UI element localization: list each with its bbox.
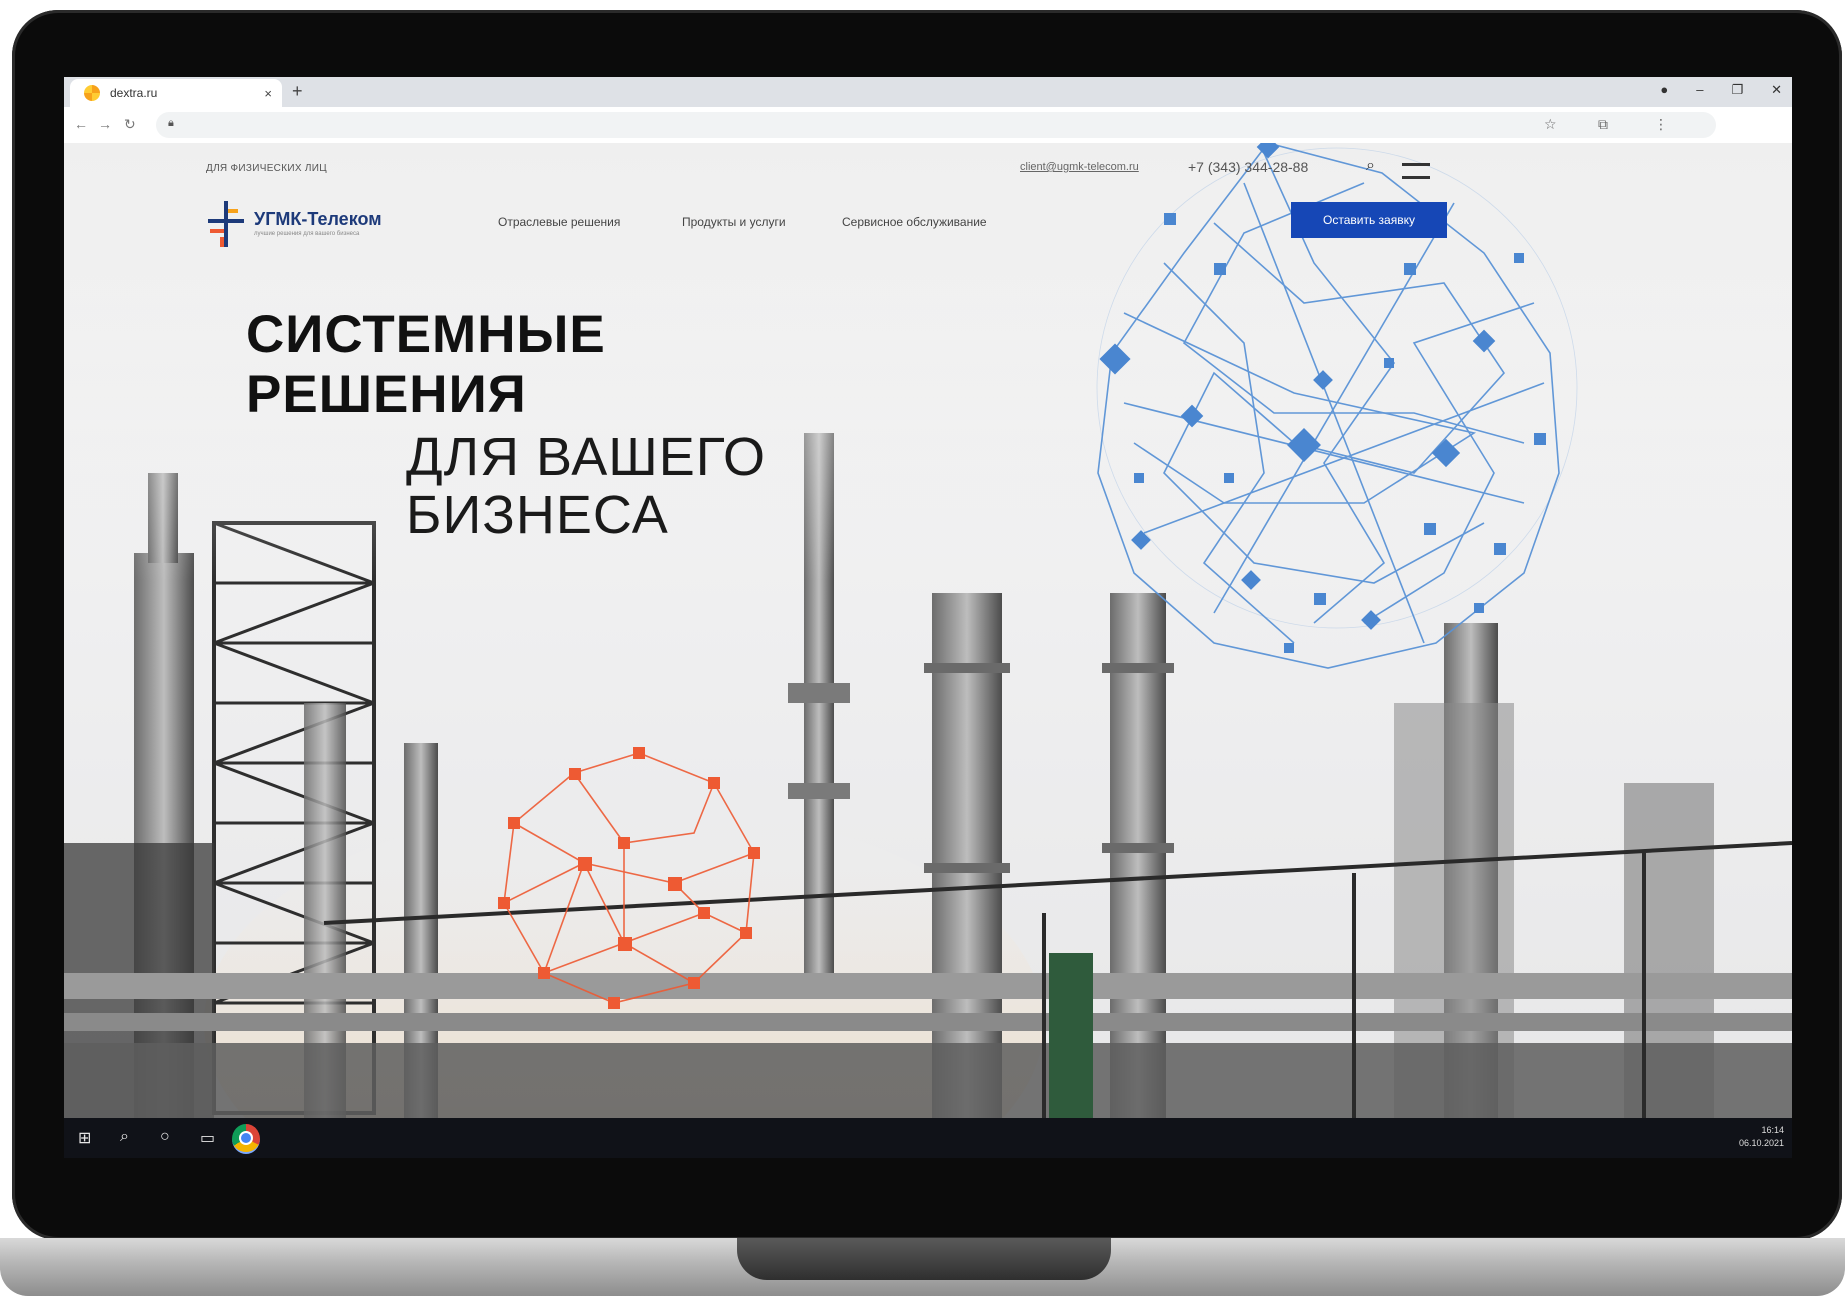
extensions-icon[interactable]: ⧉ [1598,116,1608,133]
email-link[interactable]: client@ugmk-telecom.ru [1020,161,1139,173]
phone-number[interactable]: +7 (343) 344-28-88 [1188,159,1308,175]
back-icon[interactable]: ← [74,116,88,132]
window-controls: ● – ❐ ✕ [1660,82,1782,98]
windows-start-icon[interactable]: ⊞ [78,1128,91,1148]
chrome-icon[interactable] [232,1124,260,1154]
search-taskbar-icon[interactable]: ⌕ [120,1128,129,1146]
maximize-button[interactable]: ❐ [1731,82,1743,98]
hero-headline-line-4: БИЗНЕСА [406,485,669,545]
windows-taskbar: ⊞ ⌕ ○ ▭ 16:14 06.10.2021 [64,1118,1792,1158]
cortana-icon[interactable]: ○ [160,1128,170,1146]
logo-name[interactable]: УГМК-Телеком [254,209,382,230]
logo-tagline: лучшие решения для вашего бизнеса [254,231,360,237]
nav-service-maintenance[interactable]: Сервисное обслуживание [842,215,987,229]
favicon-icon [84,85,100,101]
clock-time: 16:14 [1761,1125,1784,1135]
lock-icon: 🔒︎ [168,117,174,129]
clock-date: 06.10.2021 [1738,1138,1784,1148]
menu-icon[interactable] [1402,163,1430,179]
nav-industry-solutions[interactable]: Отраслевые решения [498,215,620,229]
more-icon[interactable]: ⋮ [1654,116,1668,133]
tab-title: dextra.ru [110,86,158,100]
logo-icon[interactable] [206,201,246,247]
profile-icon[interactable]: ● [1660,82,1668,98]
leave-request-button[interactable]: Оставить заявку [1291,202,1447,238]
browser-toolbar: ← → ↻ 🔒︎ ☆ ⧉ ⋮ [64,107,1792,144]
address-bar[interactable]: 🔒︎ [156,112,1716,138]
web-page: ДЛЯ ФИЗИЧЕСКИХ ЛИЦ client@ugmk-telecom.r… [64,143,1792,1118]
hero-background [64,143,1792,1118]
laptop-screen: dextra.ru × + ● – ❐ ✕ ← → ↻ 🔒︎ ☆ ⧉ ⋮ ДЛЯ… [64,77,1792,1158]
minimize-button[interactable]: – [1696,82,1703,98]
new-tab-button[interactable]: + [292,81,303,102]
star-icon[interactable]: ☆ [1544,116,1557,133]
laptop-notch [737,1238,1111,1280]
close-window-button[interactable]: ✕ [1771,82,1782,98]
task-view-icon[interactable]: ▭ [200,1128,215,1148]
individuals-link[interactable]: ДЛЯ ФИЗИЧЕСКИХ ЛИЦ [206,163,327,174]
hero-headline-line-2: РЕШЕНИЯ [246,365,527,424]
tab-close-icon[interactable]: × [264,86,272,101]
hero-headline-line-1: СИСТЕМНЫЕ [246,305,606,364]
nav-products-services[interactable]: Продукты и услуги [682,215,786,229]
forward-icon[interactable]: → [98,116,112,132]
laptop: dextra.ru × + ● – ❐ ✕ ← → ↻ 🔒︎ ☆ ⧉ ⋮ ДЛЯ… [0,0,1845,1296]
taskbar-clock[interactable]: 16:14 06.10.2021 [1739,1124,1784,1150]
browser-tab-bar: dextra.ru × + ● – ❐ ✕ [64,77,1792,107]
reload-icon[interactable]: ↻ [124,116,136,133]
browser-tab[interactable]: dextra.ru × [70,79,282,107]
hero-headline-line-3: ДЛЯ ВАШЕГО [406,427,766,487]
search-icon[interactable]: ⌕ [1366,157,1375,175]
